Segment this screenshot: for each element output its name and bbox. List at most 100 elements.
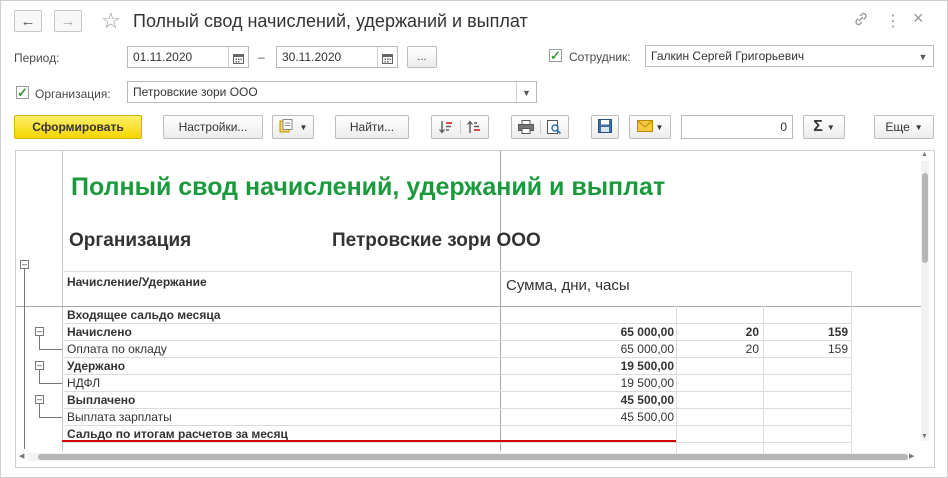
horizontal-scroll-thumb[interactable] [38, 454, 908, 460]
scroll-up-icon[interactable]: ▲ [921, 151, 928, 158]
more-label: Еще [885, 120, 910, 134]
employee-checkbox[interactable]: ✓ [549, 49, 562, 62]
employee-value: Галкин Сергей Григорьевич [651, 49, 805, 63]
period-dash: – [258, 50, 265, 64]
calendar-icon[interactable] [228, 47, 248, 67]
sum-value-field[interactable]: 0 [681, 115, 793, 139]
grid-line [763, 306, 764, 453]
vertical-scrollbar[interactable] [921, 161, 929, 441]
row-days: 20 [745, 342, 759, 356]
grid-line [62, 340, 852, 341]
period-label: Период: [14, 51, 60, 65]
scroll-down-icon[interactable]: ▼ [921, 433, 928, 440]
period-to-field[interactable]: 30.11.2020 [276, 46, 398, 68]
save-button[interactable] [591, 115, 619, 139]
grid-line [62, 408, 852, 409]
horizontal-scrollbar[interactable] [28, 453, 908, 461]
grid-line [62, 391, 852, 392]
row-hours: 159 [827, 342, 848, 356]
report-org-value: Петровские зори ООО [332, 230, 541, 251]
collapse-toggle-accrued[interactable]: – [35, 327, 44, 336]
arrow-left-icon: ← [20, 12, 36, 30]
tree-connector [24, 269, 25, 449]
period-from-field[interactable]: 01.11.2020 [127, 46, 249, 68]
window-title: Полный свод начислений, удержаний и выпл… [133, 11, 528, 31]
chevron-down-icon: ▼ [914, 122, 923, 132]
grid-line [676, 306, 677, 453]
tree-connector [39, 349, 62, 350]
generate-button[interactable]: Сформировать [14, 115, 142, 139]
close-icon[interactable]: × [913, 8, 924, 29]
report-variant-icon [279, 118, 297, 136]
row-label: НДФЛ [67, 376, 101, 390]
employee-label: Сотрудник: [569, 50, 631, 64]
sort-descending-icon[interactable] [432, 120, 460, 134]
row-label: Выплачено [67, 393, 136, 407]
chevron-down-icon: ▼ [826, 122, 835, 132]
scroll-right-icon[interactable]: ▶ [909, 452, 914, 460]
column-header-item: Начисление/Удержание [67, 275, 207, 289]
calendar-icon[interactable] [377, 47, 397, 67]
more-button[interactable]: Еще ▼ [874, 115, 934, 139]
print-icon[interactable] [512, 120, 540, 134]
row-label: Выплата зарплаты [67, 410, 172, 424]
row-hours: 159 [827, 325, 848, 339]
collapse-toggle-paid[interactable]: – [35, 395, 44, 404]
organization-checkbox[interactable]: ✓ [16, 86, 29, 99]
arrow-right-icon: → [60, 12, 76, 30]
row-label: Оплата по окладу [67, 342, 167, 356]
report-window: ← → ☆ Полный свод начислений, удержаний … [0, 0, 948, 478]
link-icon[interactable] [853, 11, 869, 31]
organization-field[interactable]: Петровские зори ООО ▼ [127, 81, 537, 103]
header-top-line [62, 271, 852, 272]
column-header-amount: Сумма, дни, часы [506, 277, 630, 294]
row-sum: 65 000,00 [620, 342, 674, 356]
tree-connector [39, 370, 40, 383]
row-label: Удержано [67, 359, 126, 373]
grid-line [62, 425, 852, 426]
gutter-divider [62, 151, 63, 451]
tree-connector [39, 417, 62, 418]
tree-connector [39, 383, 62, 384]
back-button[interactable]: ← [14, 10, 42, 32]
chevron-down-icon[interactable]: ▼ [516, 82, 536, 102]
row-sum: 19 500,00 [620, 376, 674, 390]
variants-button[interactable]: ▼ [272, 115, 314, 139]
collapse-all-toggle[interactable]: – [20, 260, 29, 269]
settings-button[interactable]: Настройки... [163, 115, 263, 139]
report-spreadsheet[interactable]: Полный свод начислений, удержаний и выпл… [15, 150, 935, 468]
print-preview-icon[interactable] [539, 120, 569, 134]
employee-field[interactable]: Галкин Сергей Григорьевич ▼ [645, 45, 934, 67]
favorite-star-icon[interactable]: ☆ [101, 8, 121, 34]
grid-line [62, 357, 852, 358]
closing-balance-underline [62, 440, 676, 442]
find-button[interactable]: Найти... [335, 115, 409, 139]
grid-line [62, 374, 852, 375]
send-email-button[interactable]: ▼ [629, 115, 671, 139]
frozen-row-divider [16, 306, 921, 307]
row-days: 20 [745, 325, 759, 339]
collapse-toggle-withheld[interactable]: – [35, 361, 44, 370]
sum-button[interactable]: Σ ▼ [803, 115, 845, 139]
period-select-button[interactable]: ... [407, 46, 437, 68]
organization-value: Петровские зори ООО [133, 85, 258, 99]
scroll-left-icon[interactable]: ◀ [19, 452, 24, 460]
chevron-down-icon[interactable]: ▼ [913, 46, 933, 66]
report-title: Полный свод начислений, удержаний и выпл… [71, 173, 666, 201]
save-disk-icon [598, 118, 612, 136]
more-menu-icon[interactable]: ⋮ [885, 11, 901, 31]
sort-ascending-icon[interactable] [459, 120, 489, 134]
grid-line [62, 323, 852, 324]
forward-button[interactable]: → [54, 10, 82, 32]
tree-connector [39, 404, 40, 417]
row-sum: 19 500,00 [620, 359, 674, 373]
period-to-value: 30.11.2020 [282, 50, 342, 64]
row-sum: 45 500,00 [620, 393, 674, 407]
vertical-scroll-thumb[interactable] [922, 173, 928, 263]
row-sum: 45 500,00 [620, 410, 674, 424]
envelope-icon [636, 119, 653, 135]
row-label: Входящее сальдо месяца [67, 308, 221, 322]
report-org-label: Организация [69, 230, 192, 251]
print-group [511, 115, 569, 139]
row-sum: 65 000,00 [620, 325, 674, 339]
